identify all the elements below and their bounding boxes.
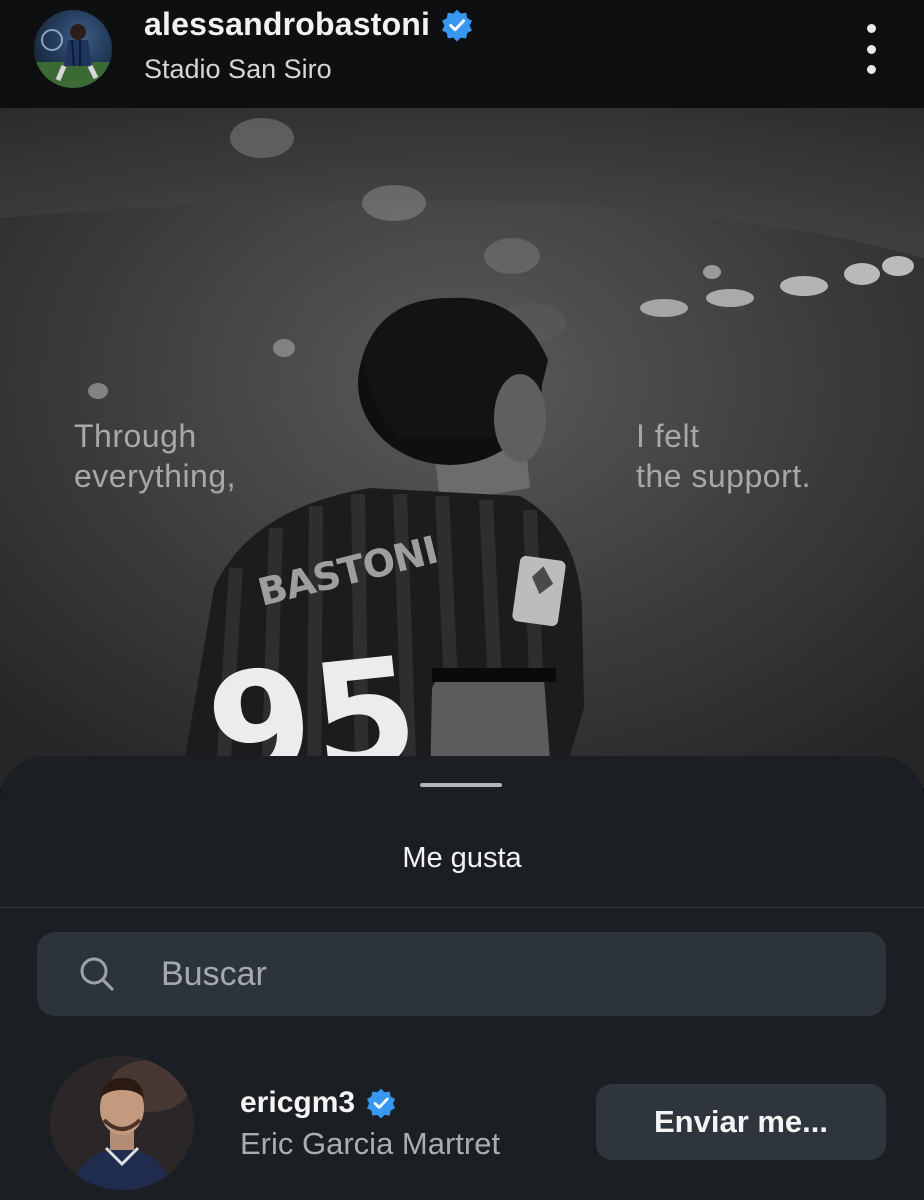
liker-list-item[interactable]: ericgm3 Eric Garcia Martret Enviar me... [0, 1050, 924, 1200]
liker-avatar-image [50, 1056, 194, 1190]
quote-right-line-2: the support. [636, 458, 811, 494]
liker-avatar[interactable] [50, 1056, 194, 1190]
search-icon [77, 954, 117, 994]
likes-sheet: Me gusta Buscar ericgm3 Eric Garcia Mart… [0, 756, 924, 1200]
sheet-divider [0, 907, 924, 908]
sheet-title: Me gusta [402, 842, 522, 874]
liker-name-row: ericgm3 [240, 1086, 397, 1120]
more-dot [866, 24, 876, 33]
more-dot [866, 44, 876, 54]
sheet-drag-handle[interactable] [420, 783, 502, 787]
quote-right-line-1: I felt [636, 418, 700, 454]
verified-badge-icon [440, 8, 474, 42]
username-row: alessandrobastoni [144, 6, 474, 43]
liker-username[interactable]: ericgm3 [240, 1086, 355, 1120]
more-vertical-icon[interactable] [856, 24, 886, 74]
quote-left: Through everything, [74, 416, 236, 496]
post-username[interactable]: alessandrobastoni [144, 6, 430, 43]
verified-badge-icon [365, 1087, 397, 1119]
profile-avatar[interactable] [34, 10, 112, 88]
search-bar[interactable] [37, 932, 886, 1016]
send-message-button[interactable]: Enviar me... [596, 1084, 886, 1160]
search-input[interactable] [161, 932, 861, 1016]
quote-right: I felt the support. [636, 416, 811, 496]
liker-full-name: Eric Garcia Martret [240, 1126, 501, 1161]
screen: alessandrobastoni Stadio San Siro BASTON… [0, 0, 924, 1200]
post-photo[interactable]: BASTONI 95 Through everything, I felt th… [0, 108, 924, 788]
quote-left-line-2: everything, [74, 458, 237, 494]
more-dot [866, 65, 876, 74]
quote-left-line-1: Through [74, 418, 197, 454]
avatar-image [34, 24, 112, 88]
post-location[interactable]: Stadio San Siro [144, 54, 332, 85]
post-header: alessandrobastoni Stadio San Siro [0, 0, 924, 108]
